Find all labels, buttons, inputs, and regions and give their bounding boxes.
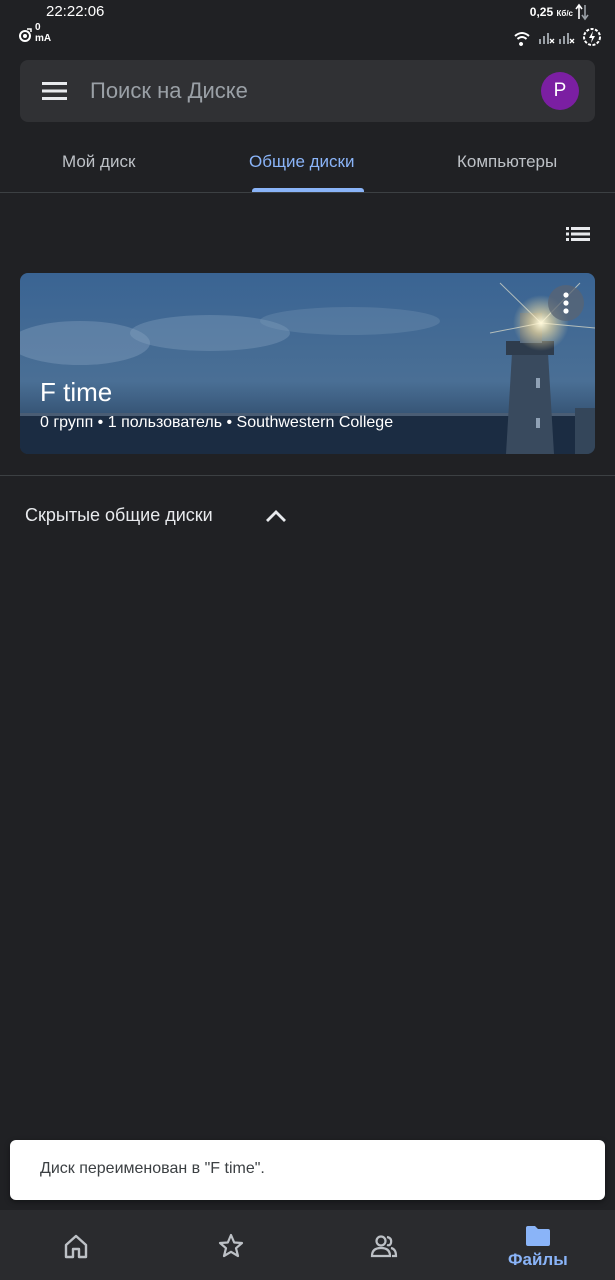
bottom-navigation: Файлы (0, 1210, 615, 1280)
more-options-icon[interactable] (548, 285, 584, 321)
net-speed: 0,25 Кб/с (530, 5, 573, 19)
shared-drive-card[interactable]: F time 0 групп • 1 пользователь • Southw… (20, 273, 595, 454)
wifi-icon (514, 32, 530, 46)
home-icon (64, 1234, 88, 1259)
net-speed-value: 0,25 (529, 5, 554, 19)
list-view-icon[interactable] (566, 224, 590, 244)
avatar[interactable]: P (541, 72, 579, 110)
menu-icon[interactable] (42, 80, 68, 102)
battery-charging-icon (583, 28, 601, 46)
tab-my-drive[interactable]: Мой диск (62, 152, 135, 172)
snackbar: Диск переименован в "F time". (10, 1140, 605, 1200)
nav-shared[interactable] (306, 1210, 459, 1280)
drive-name: F time (40, 377, 113, 407)
status-bar: 22:22:06 0 mA 0,25 Кб/с (0, 0, 615, 50)
status-time: 22:22:06 (46, 3, 105, 20)
search-bar[interactable]: Поиск на Диске P (20, 60, 595, 122)
status-right: 0,25 Кб/с (493, 3, 603, 48)
nav-files[interactable]: Файлы (459, 1210, 612, 1280)
snackbar-message: Диск переименован в "F time". (40, 1160, 265, 1177)
tab-bar: Мой диск Общие диски Компьютеры (0, 140, 615, 193)
net-speed-unit: Кб/с (556, 9, 574, 18)
tab-indicator (252, 188, 364, 192)
transfer-arrows-icon (575, 3, 589, 21)
nav-starred[interactable] (153, 1210, 306, 1280)
current-meter-icon (19, 28, 32, 42)
signal-icon (539, 33, 555, 44)
hidden-drives-title[interactable]: Скрытые общие диски (25, 505, 213, 526)
star-icon (218, 1233, 244, 1258)
divider (0, 475, 615, 476)
drive-meta: 0 групп • 1 пользователь • Southwestern … (40, 414, 394, 431)
people-icon (370, 1235, 398, 1258)
chevron-up-icon[interactable] (264, 506, 288, 526)
nav-files-label: Файлы (508, 1250, 568, 1269)
folder-icon (526, 1226, 550, 1246)
signal-icon (559, 33, 575, 44)
current-unit: mA (35, 33, 52, 44)
nav-home[interactable] (0, 1210, 153, 1280)
search-input[interactable]: Поиск на Диске (90, 78, 248, 104)
tab-shared-drives[interactable]: Общие диски (249, 152, 354, 172)
current-readout: 0 mA (35, 22, 51, 44)
status-icons (514, 28, 601, 46)
tab-computers[interactable]: Компьютеры (457, 152, 557, 172)
current-value: 0 (35, 22, 41, 33)
